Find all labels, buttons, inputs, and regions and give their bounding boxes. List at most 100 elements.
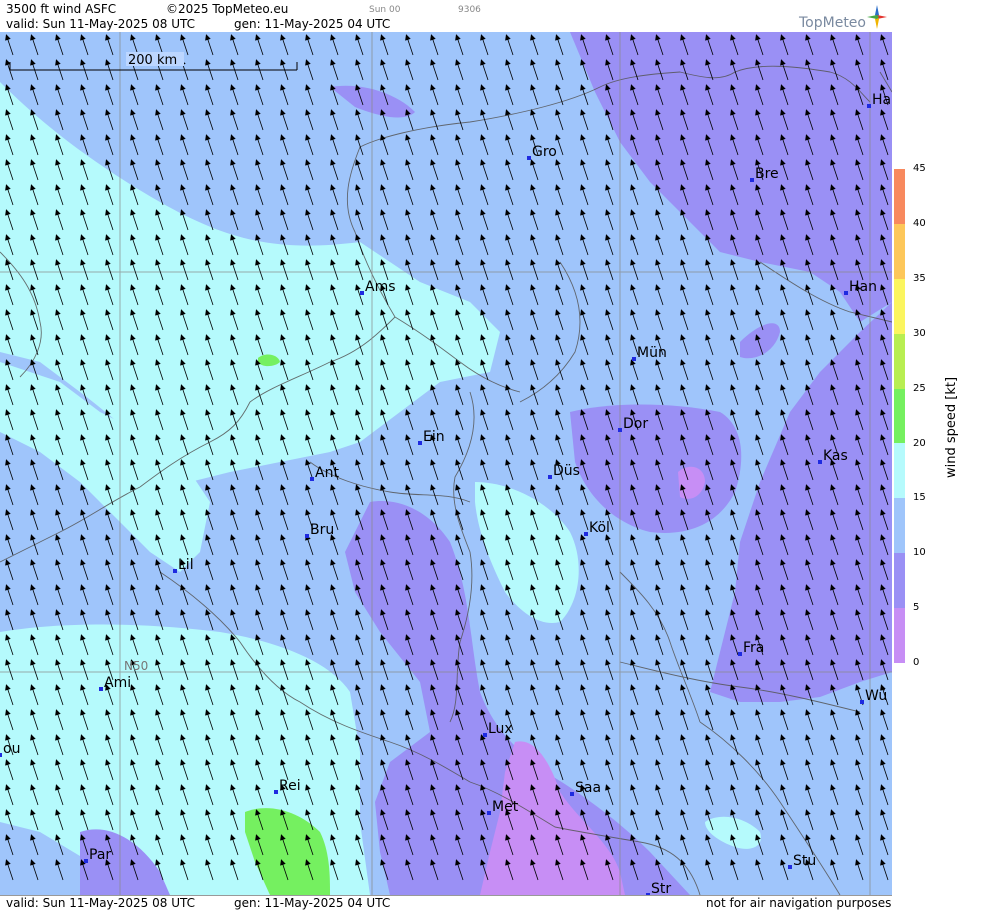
city-dot xyxy=(418,441,422,445)
wind-map[interactable]: 200 km N50 Gro Bre Ha Han Ams Mün Dor Ein Kas Düs… xyxy=(0,32,892,895)
city-label: Han xyxy=(849,279,877,295)
city-dot xyxy=(487,811,491,815)
city-marker[interactable]: Par xyxy=(84,847,111,863)
faint-day-text: Sun 00 xyxy=(369,5,401,15)
city-label: Köl xyxy=(589,520,610,536)
scale-bar-label: 200 km xyxy=(128,53,177,68)
logo-text: TopMeteo xyxy=(799,15,866,31)
colorbar-segment xyxy=(894,333,905,389)
city-dot xyxy=(570,792,574,796)
city-marker[interactable]: Wü xyxy=(860,688,887,704)
city-marker[interactable]: Ant xyxy=(310,465,339,481)
colorbar-tick-label: 20 xyxy=(913,437,926,449)
colorbar-segment xyxy=(894,498,905,554)
city-marker[interactable]: Stu xyxy=(788,853,816,869)
city-label: Gro xyxy=(532,144,557,160)
footer-generated-time: gen: 11-May-2025 04 UTC xyxy=(234,896,391,910)
city-dot xyxy=(0,753,2,757)
colorbar-tick-label: 30 xyxy=(913,327,926,339)
city-marker[interactable]: Bre xyxy=(750,166,779,182)
city-dot xyxy=(173,569,177,573)
city-marker[interactable]: Ami xyxy=(99,675,131,691)
colorbar-tick-label: 35 xyxy=(913,272,926,284)
city-dot xyxy=(310,477,314,481)
city-dot xyxy=(305,534,309,538)
colorbar-tick-label: 40 xyxy=(913,217,926,229)
colorbar-tick-label: 25 xyxy=(913,382,926,394)
city-dot xyxy=(818,460,822,464)
colorbar-segment xyxy=(894,169,905,224)
city-marker[interactable]: Saa xyxy=(570,780,601,796)
city-marker[interactable]: Bru xyxy=(305,522,334,538)
city-dot xyxy=(527,156,531,160)
city-label: ou xyxy=(3,741,20,757)
latitude-label: N50 xyxy=(124,659,148,673)
city-marker[interactable]: Met xyxy=(487,799,519,815)
map-title: 3500 ft wind ASFC xyxy=(6,2,117,16)
city-dot xyxy=(483,733,487,737)
city-label: Met xyxy=(492,799,519,815)
faint-code-text: 9306 xyxy=(458,5,481,15)
city-dot xyxy=(84,859,88,863)
city-label: Bru xyxy=(310,522,334,538)
city-dot xyxy=(99,687,103,691)
colorbar-segment xyxy=(894,553,905,609)
generated-time: gen: 11-May-2025 04 UTC xyxy=(234,17,391,31)
city-label: Stu xyxy=(793,853,816,869)
colorbar-tick-label: 5 xyxy=(913,602,920,614)
city-marker[interactable]: Düs xyxy=(548,463,580,479)
city-dot xyxy=(860,700,864,704)
topmeteo-logo[interactable]: TopMeteo xyxy=(797,3,892,33)
footer-disclaimer: not for air navigation purposes xyxy=(706,896,892,910)
city-dot xyxy=(548,475,552,479)
city-label: Saa xyxy=(575,780,601,796)
colorbar-tick-label: 10 xyxy=(913,547,926,559)
city-label: Ha xyxy=(872,92,891,108)
city-dot xyxy=(274,790,278,794)
city-label: Lux xyxy=(488,721,513,737)
city-label: Kas xyxy=(823,448,848,464)
city-label: Mün xyxy=(637,345,667,361)
colorbar-segment xyxy=(894,278,905,334)
colorbar-tick-label: 0 xyxy=(913,657,920,669)
colorbar-segment xyxy=(894,223,905,279)
city-label: Dor xyxy=(623,416,648,432)
footer-bar: valid: Sun 11-May-2025 08 UTC gen: 11-Ma… xyxy=(0,895,892,910)
colorbar-segment xyxy=(894,388,905,444)
city-label: Ams xyxy=(365,279,396,295)
city-dot xyxy=(738,652,742,656)
city-marker[interactable]: Kas xyxy=(818,448,848,464)
city-marker[interactable]: Han xyxy=(844,279,877,295)
city-label: Ein xyxy=(423,429,445,445)
city-label: Rei xyxy=(279,778,301,794)
city-label: Wü xyxy=(865,688,887,704)
city-dot xyxy=(788,865,792,869)
city-label: Düs xyxy=(553,463,580,479)
city-marker[interactable]: ou xyxy=(0,741,20,757)
colorbar-title: wind speed [kt] xyxy=(944,376,959,478)
city-label: Ami xyxy=(104,675,131,691)
city-label: Bre xyxy=(755,166,779,182)
city-marker[interactable]: Mün xyxy=(632,345,667,361)
city-dot xyxy=(618,428,622,432)
city-label: Str xyxy=(651,881,671,895)
colorbar-tick-label: 45 xyxy=(913,163,926,174)
colorbar-segment xyxy=(894,608,905,664)
footer-valid-time: valid: Sun 11-May-2025 08 UTC xyxy=(6,896,195,910)
city-marker[interactable]: Dor xyxy=(618,416,648,432)
city-marker[interactable]: Ams xyxy=(360,279,396,295)
city-label: Fra xyxy=(743,640,764,656)
colorbar xyxy=(894,169,905,664)
city-marker[interactable]: Gro xyxy=(527,144,557,160)
city-marker[interactable]: Lux xyxy=(483,721,513,737)
city-dot xyxy=(867,104,871,108)
city-label: Lil xyxy=(178,557,194,573)
city-dot xyxy=(750,178,754,182)
colorbar-tick-label: 15 xyxy=(913,492,926,504)
city-dot xyxy=(360,291,364,295)
colorbar-segment xyxy=(894,443,905,499)
city-dot xyxy=(632,357,636,361)
valid-time: valid: Sun 11-May-2025 08 UTC xyxy=(6,17,195,31)
city-dot xyxy=(584,532,588,536)
city-label: Ant xyxy=(315,465,339,481)
